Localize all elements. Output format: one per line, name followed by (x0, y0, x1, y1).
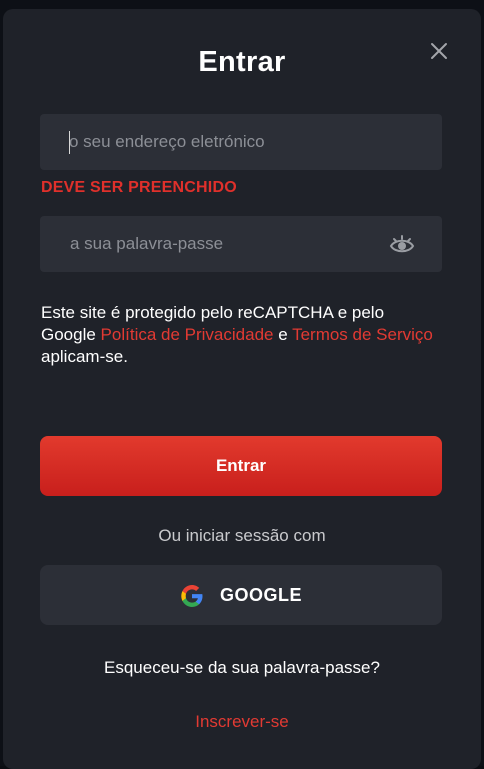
forgot-password-link[interactable]: Esqueceu-se da sua palavra-passe? (0, 658, 484, 678)
email-input[interactable] (40, 114, 442, 170)
email-error-message: DEVE SER PREENCHIDO (41, 179, 237, 196)
recaptcha-connector: e (273, 325, 293, 344)
alternative-login-label: Ou iniciar sessão com (158, 526, 326, 545)
password-field-container (40, 216, 442, 272)
email-field-container (40, 114, 442, 170)
password-input[interactable] (40, 216, 442, 272)
eye-icon (389, 235, 415, 253)
login-submit-button[interactable]: Entrar (40, 436, 442, 496)
show-password-button[interactable] (388, 231, 416, 259)
recaptcha-suffix: aplicam-se. (41, 347, 128, 366)
close-button[interactable] (426, 38, 452, 64)
terms-of-service-link[interactable]: Termos de Serviço (292, 325, 433, 344)
close-icon (431, 43, 447, 59)
privacy-policy-link[interactable]: Política de Privacidade (101, 325, 274, 344)
google-icon (179, 583, 205, 609)
google-button-label: GOOGLE (220, 585, 303, 605)
recaptcha-notice: Este site é protegido pelo reCAPTCHA e p… (41, 302, 441, 368)
register-link[interactable]: Inscrever-se (0, 712, 484, 732)
modal-title: Entrar (198, 46, 286, 78)
text-caret (69, 131, 70, 154)
